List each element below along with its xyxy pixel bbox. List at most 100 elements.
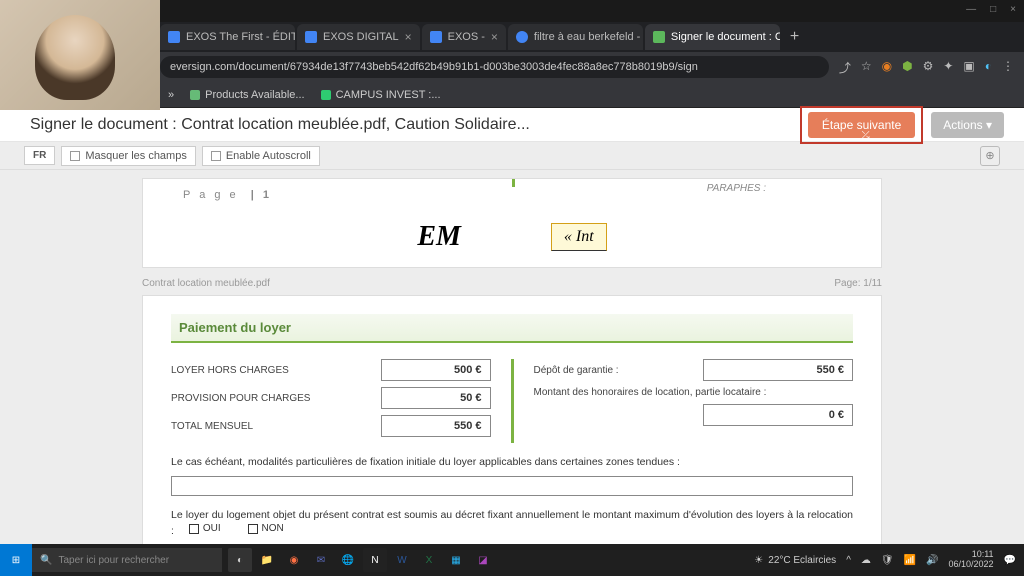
start-button[interactable]: ⊞ bbox=[0, 544, 32, 576]
oui-checkbox[interactable]: OUI bbox=[189, 522, 221, 536]
favicon-icon bbox=[430, 31, 442, 43]
field-label: TOTAL MENSUEL bbox=[171, 421, 373, 432]
paragraph: Le loyer du logement objet du présent co… bbox=[171, 508, 853, 539]
clock[interactable]: 10:1106/10/2022 bbox=[949, 550, 994, 570]
star-icon[interactable]: ☆ bbox=[861, 59, 872, 76]
bookmark-more-icon[interactable]: » bbox=[168, 89, 174, 101]
app-icon[interactable]: ✉ bbox=[309, 548, 333, 572]
app-header: Signer le document : Contrat location me… bbox=[0, 108, 1024, 142]
document-workspace[interactable]: P a g e | 1 PARAPHES : EM « Int Contrat … bbox=[0, 170, 1024, 576]
close-icon[interactable]: × bbox=[405, 30, 412, 44]
tab[interactable]: filtre à eau berkefeld - Rech× bbox=[508, 24, 643, 50]
sun-icon: ☀ bbox=[754, 555, 763, 566]
tray-chevron-icon[interactable]: ^ bbox=[846, 555, 851, 566]
zoom-button[interactable]: ⊕ bbox=[980, 146, 1000, 166]
actions-dropdown[interactable]: Actions ▾ bbox=[931, 112, 1004, 138]
text-input-box bbox=[171, 476, 853, 496]
tab-label: EXOS The First - ÉDITION P bbox=[186, 31, 295, 43]
document-page: P a g e | 1 PARAPHES : EM « Int bbox=[142, 178, 882, 268]
menu-icon[interactable]: ⋮ bbox=[1002, 59, 1014, 76]
tab-label: EXOS DIGITAL bbox=[323, 31, 399, 43]
ext-icon[interactable]: ◐ bbox=[985, 59, 992, 76]
language-selector[interactable]: FR bbox=[24, 146, 55, 165]
page-title: Signer le document : Contrat location me… bbox=[30, 116, 530, 134]
app-icon[interactable]: N bbox=[363, 548, 387, 572]
puzzle-icon[interactable]: ✦ bbox=[943, 59, 953, 76]
system-tray: ☀22°C Eclaircies ^ ☁ 🛡 📶 🔊 10:1106/10/20… bbox=[754, 550, 1024, 570]
autoscroll-checkbox[interactable]: Enable Autoscroll bbox=[202, 146, 320, 166]
extension-icons: ⤴ ☆ ◉ ⬢ ⚙ ✦ ▣ ◐ ⋮ bbox=[839, 59, 1024, 76]
tab[interactable]: EXOS The First - ÉDITION P× bbox=[160, 24, 295, 50]
url-input[interactable]: eversign.com/document/67934de13f7743beb5… bbox=[160, 56, 829, 78]
excel-icon[interactable]: X bbox=[417, 548, 441, 572]
ext-icon[interactable]: ⬢ bbox=[902, 59, 912, 76]
favicon-icon bbox=[168, 31, 180, 43]
value-box: 550 € bbox=[703, 359, 853, 381]
ext-icon[interactable]: ▣ bbox=[963, 59, 974, 76]
app-icon[interactable]: ◉ bbox=[282, 548, 306, 572]
wifi-icon[interactable]: 📶 bbox=[904, 555, 916, 566]
field-label: PROVISION POUR CHARGES bbox=[171, 393, 373, 404]
app-icon[interactable]: ◪ bbox=[471, 548, 495, 572]
tray-icon[interactable]: ☁ bbox=[861, 555, 871, 566]
app-icon[interactable]: 📁 bbox=[255, 548, 279, 572]
close-icon[interactable]: × bbox=[491, 30, 498, 44]
next-step-button[interactable]: Étape suivante bbox=[808, 112, 915, 138]
tray-icon[interactable]: 🛡 bbox=[881, 555, 894, 566]
taskbar-apps: ◐ 📁 ◉ ✉ 🌐 N W X ▦ ◪ bbox=[228, 548, 495, 572]
notifications-icon[interactable]: 💬 bbox=[1004, 555, 1016, 566]
checkbox-icon bbox=[70, 151, 80, 161]
value-box: 0 € bbox=[703, 404, 853, 426]
bookmark-label: CAMPUS INVEST :... bbox=[336, 89, 441, 101]
eversign-icon bbox=[653, 31, 665, 43]
ext-icon[interactable]: ⚙ bbox=[923, 59, 934, 76]
section-heading: Paiement du loyer bbox=[171, 314, 853, 343]
chrome-icon[interactable]: 🌐 bbox=[336, 548, 360, 572]
bookmark[interactable]: Products Available... bbox=[190, 89, 304, 101]
tab-label: EXOS - bbox=[448, 31, 485, 43]
value-box: 550 € bbox=[381, 415, 491, 437]
ext-icon[interactable]: ◉ bbox=[882, 59, 892, 76]
minimize-button[interactable]: — bbox=[966, 4, 976, 18]
volume-icon[interactable]: 🔊 bbox=[926, 555, 938, 566]
app-icon[interactable]: ◐ bbox=[228, 548, 252, 572]
highlight-annotation: Étape suivante bbox=[800, 106, 923, 144]
non-checkbox[interactable]: NON bbox=[248, 522, 284, 536]
initials-field[interactable]: « Int bbox=[551, 223, 607, 251]
paraphes-label: PARAPHES : bbox=[707, 183, 766, 194]
bookmark-icon bbox=[321, 90, 331, 100]
app-icon[interactable]: ▦ bbox=[444, 548, 468, 572]
windows-taskbar: ⊞ 🔍Taper ici pour rechercher ◐ 📁 ◉ ✉ 🌐 N… bbox=[0, 544, 1024, 576]
favicon-icon bbox=[305, 31, 317, 43]
close-button[interactable]: × bbox=[1010, 4, 1016, 18]
tab-active[interactable]: Signer le document : Contr× bbox=[645, 24, 780, 50]
word-icon[interactable]: W bbox=[390, 548, 414, 572]
checkbox-icon bbox=[211, 151, 221, 161]
initials-signature: EM bbox=[417, 221, 461, 253]
document-meta: Contrat location meublée.pdf Page: 1/11 bbox=[142, 278, 882, 289]
tab[interactable]: EXOS DIGITAL × bbox=[297, 24, 420, 50]
google-icon bbox=[516, 31, 528, 43]
tab[interactable]: EXOS - × bbox=[422, 24, 506, 50]
taskbar-search[interactable]: 🔍Taper ici pour rechercher bbox=[32, 548, 222, 572]
checkbox-icon bbox=[248, 524, 258, 534]
bookmark-icon bbox=[190, 90, 200, 100]
weather-widget[interactable]: ☀22°C Eclaircies bbox=[754, 555, 836, 566]
tab-label: filtre à eau berkefeld - Rech bbox=[534, 31, 643, 43]
hide-fields-checkbox[interactable]: Masquer les champs bbox=[61, 146, 196, 166]
field-label: Montant des honoraires de location, part… bbox=[534, 387, 854, 398]
maximize-button[interactable]: □ bbox=[990, 4, 996, 18]
value-box: 50 € bbox=[381, 387, 491, 409]
page-number: P a g e | 1 bbox=[183, 189, 272, 201]
bookmark[interactable]: CAMPUS INVEST :... bbox=[321, 89, 441, 101]
document-page: Paiement du loyer LOYER HORS CHARGES500 … bbox=[142, 295, 882, 576]
divider bbox=[512, 179, 515, 187]
field-label: LOYER HORS CHARGES bbox=[171, 365, 373, 376]
checkbox-icon bbox=[189, 524, 199, 534]
new-tab-button[interactable]: + bbox=[782, 28, 807, 46]
page-counter: Page: 1/11 bbox=[834, 278, 882, 289]
bookmark-label: Products Available... bbox=[205, 89, 304, 101]
share-icon[interactable]: ⤴ bbox=[839, 59, 851, 76]
tab-label: Signer le document : Contr bbox=[671, 31, 780, 43]
paragraph: Le cas échéant, modalités particulières … bbox=[171, 455, 853, 470]
